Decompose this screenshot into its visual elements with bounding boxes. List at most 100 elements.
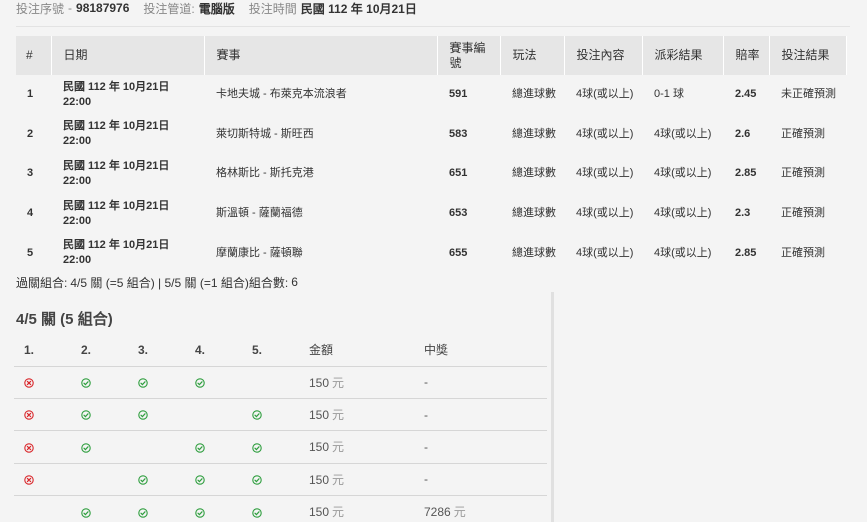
cell-date: 民國 112 年 10月21日 22:00 [51,75,204,115]
cell-play: 總進球數 [512,127,556,140]
combo-leg-3 [128,398,185,432]
table-header-row: # 日期 賽事 賽事編號 玩法 投注內容 派彩結果 賠率 投注結果 [16,36,847,75]
combo-amount-unit: 元 [332,440,345,455]
channel-label: 投注管道: [143,1,195,16]
cell-result: 未正確預測 [781,88,836,101]
combo-prize: - [414,463,547,497]
combo-prize-value: - [424,407,428,422]
cell-date-day: 民國 112 年 10月21日 [63,199,170,212]
combo-leg-3 [128,495,185,522]
check-circle-icon [81,507,91,518]
cell-date-day: 民國 112 年 10月21日 [63,239,170,252]
cell-match: 摩蘭康比 - 薩頓聯 [216,246,303,259]
combo-leg-3 [128,430,185,464]
combo-amount-value: 150 [309,472,330,487]
combo-amount: 150 元 [299,430,414,464]
channel-value: 電腦版 [198,1,235,16]
col-header-date: 日期 [51,36,205,75]
combo-amount-value: 150 [309,375,330,390]
cell-odds: 2.45 [735,88,757,101]
serial-dash: - [68,1,73,15]
combo-leg-1 [14,398,71,432]
combo-prize-value: - [424,439,428,454]
check-circle-icon [138,475,148,485]
check-circle-icon [81,378,91,388]
cell-event-id: 653 [449,207,468,220]
cell-result: 正確預測 [781,246,825,259]
cell-play: 總進球數 [512,88,556,101]
cell-odds: 2.3 [735,207,751,220]
cell-result: 正確預測 [781,127,825,140]
col-header-odds: 賠率 [723,36,770,75]
combo-row: 150 元 - [14,366,547,399]
cell-date: 民國 112 年 10月21日 22:00 [51,115,204,155]
cell-date-day: 民國 112 年 10月21日 [63,120,170,133]
cell-bet: 4球(或以上) [576,207,634,220]
combo-amount-unit: 元 [332,472,345,487]
combo-col-leg-3: 3. [128,334,185,367]
cell-event-id: 591 [449,88,468,101]
cell-odds: 2.85 [735,167,757,180]
combo-prize-value: - [424,472,428,487]
table-row: 2 民國 112 年 10月21日 22:00 萊切斯特城 - 斯旺西 583 總進球數 4… [16,115,846,155]
col-header-payout: 派彩結果 [642,36,724,75]
combo-leg-1 [14,463,71,497]
cell-date-time: 22:00 [63,174,92,187]
check-circle-icon [81,410,91,421]
combo-row: 150 元 - [14,463,547,497]
combo-leg-5 [242,463,299,497]
combo-prize: - [414,398,547,432]
combo-amount-unit: 元 [332,408,345,423]
cell-bet: 4球(或以上) [576,127,634,140]
combo-title: 4/5 關 (5 組合) [16,311,113,328]
cell-date: 民國 112 年 10月21日 22:00 [51,194,204,234]
combo-prize-value: - [424,375,428,390]
combo-amount: 150 元 [299,495,414,522]
cell-bet: 4球(或以上) [576,88,634,101]
combo-leg-2 [71,495,128,522]
cell-date-time: 22:00 [63,135,92,148]
combo-header-row: 1. 2. 3. 4. 5. 金額 中獎 [14,334,547,367]
bet-details-table: # 日期 賽事 賽事編號 玩法 投注內容 派彩結果 賠率 投注結果 1 民國 11… [16,36,847,273]
combo-panel: 4/5 關 (5 組合) 1. 2. 3. 4. 5. 金額 中獎 150 元 -1… [14,292,554,522]
cell-payout: 0-1 球 [654,88,684,101]
combo-prize: - [414,366,547,399]
cell-no: 3 [27,167,34,180]
col-header-result: 投注結果 [769,36,847,75]
combo-amount: 150 元 [299,366,414,399]
combo-leg-5 [242,495,299,522]
cell-match: 格林斯比 - 斯托克港 [216,167,314,180]
table-row: 5 民國 112 年 10月21日 22:00 摩蘭康比 - 薩頓聯 655 總進球數 4球… [16,233,846,273]
cell-result: 正確預測 [781,167,825,180]
table-row: 3 民國 112 年 10月21日 22:00 格林斯比 - 斯托克港 651 總進球數 4… [16,154,846,194]
check-circle-icon [138,507,148,518]
cell-payout: 4球(或以上) [654,246,712,259]
combo-table: 1. 2. 3. 4. 5. 金額 中獎 150 元 -150 元 -150 元 -150 元… [14,334,547,522]
cell-no: 2 [27,127,34,140]
check-circle-icon [252,475,262,485]
combo-leg-4 [185,366,242,399]
serial-label: 投注序號 [16,1,65,16]
combo-leg-3 [128,463,185,497]
combo-prize: - [414,430,547,464]
serial-value: 98187976 [76,1,130,15]
combo-summary-count: 6 [291,275,298,289]
cell-match: 萊切斯特城 - 斯旺西 [216,127,314,140]
cell-play: 總進球數 [512,246,556,259]
cross-circle-icon [24,475,34,485]
combo-col-leg-1: 1. [14,334,71,367]
cell-result: 正確預測 [781,207,825,220]
cross-circle-icon [24,378,34,388]
cell-event-id: 651 [449,167,468,180]
cell-no: 5 [27,246,34,259]
col-header-bet: 投注內容 [564,36,643,75]
check-circle-icon [138,378,148,388]
cell-payout: 4球(或以上) [654,207,712,220]
cross-circle-icon [24,443,34,453]
check-circle-icon [138,410,148,421]
combo-summary-text: 4/5 關 (=5 組合) | 5/5 關 (=1 組合)組合數: [70,275,289,290]
combo-prize: 7286 元 [414,495,547,522]
combo-leg-4 [185,398,242,432]
col-header-event-id: 賽事編號 [437,36,501,75]
combo-leg-2 [71,463,128,497]
